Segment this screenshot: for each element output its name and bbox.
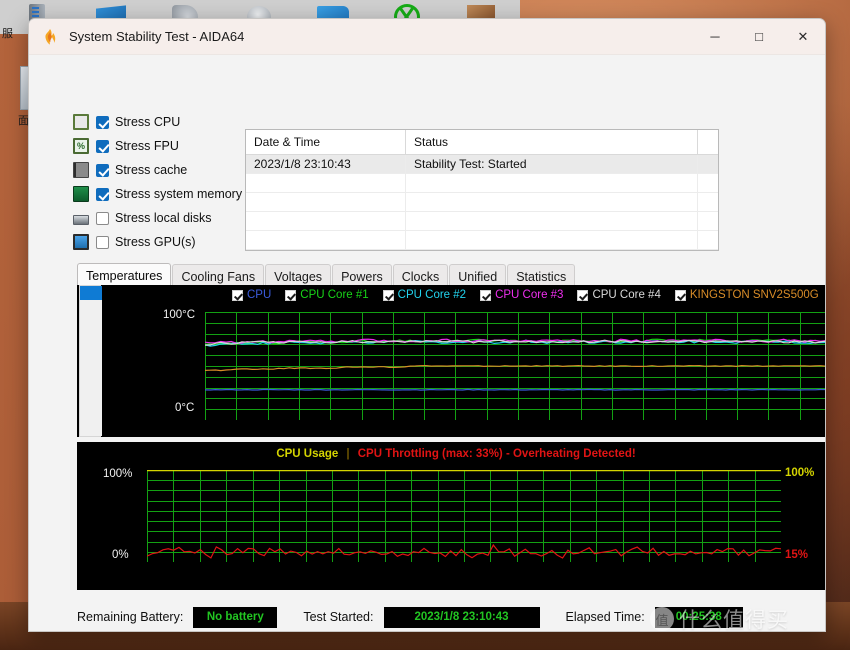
option-stress-disks[interactable]: Stress local disks [73,207,253,229]
legend-label: CPU Core #1 [300,289,369,301]
stress-gpu-label: Stress GPU(s) [115,235,196,249]
stress-disks-checkbox[interactable] [96,211,109,225]
table-row[interactable] [246,231,718,250]
cell-status [406,174,698,192]
stress-cpu-checkbox[interactable] [96,115,109,129]
battery-value: No battery [193,606,278,628]
stress-cache-label: Stress cache [115,163,188,177]
window-client-area: Stress CPU % Stress FPU Stress cache Str… [29,55,825,631]
cell-datetime [246,212,406,230]
table-row[interactable] [246,193,718,212]
usage-value-current: 15% [785,549,809,561]
temp-axis-top-label: 100°C [163,309,196,321]
desktop-side-label-1: 服 [2,28,13,40]
temperature-scrollbar[interactable] [79,285,102,437]
cache-icon [73,162,89,178]
cell-datetime [246,231,406,249]
usage-axis-bottom-label: 0% [112,549,129,561]
stress-fpu-label: Stress FPU [115,139,179,153]
legend-label: KINGSTON SNV2S500G [689,289,819,301]
option-stress-memory[interactable]: Stress system memory [73,183,253,205]
legend-item-kingston-ssd[interactable]: KINGSTON SNV2S500G [674,289,819,301]
stress-disks-label: Stress local disks [115,211,212,225]
legend-checkbox[interactable] [674,289,686,301]
usage-value-max: 100% [785,467,815,479]
flame-icon [41,28,59,46]
stress-cache-checkbox[interactable] [96,163,109,177]
cpu-usage-graph-panel: CPU Usage | CPU Throttling (max: 33%) - … [77,442,825,590]
option-stress-cpu[interactable]: Stress CPU [73,111,253,133]
column-header-status: Status [406,130,698,155]
stress-fpu-checkbox[interactable] [96,139,109,153]
temp-axis-bottom-label: 0°C [175,402,195,414]
legend-label: CPU Core #2 [397,289,467,301]
event-log-table[interactable]: Date & Time Status 2023/1/8 23:10:43 Sta… [245,129,719,251]
stress-memory-label: Stress system memory [115,187,243,201]
window-titlebar[interactable]: System Stability Test - AIDA64 ─ □ ✕ [29,19,825,55]
legend-item-core1[interactable]: CPU Core #1 [285,289,369,301]
cell-status: Stability Test: Started [406,155,698,173]
graphs-container: CPU CPU Core #1 CPU Core #2 CPU Core #3 [77,285,825,590]
cell-status [406,193,698,211]
stress-memory-checkbox[interactable] [96,187,109,201]
window-controls: ─ □ ✕ [693,19,825,55]
memory-icon [73,186,89,202]
fpu-icon: % [73,138,89,154]
cell-datetime [246,174,406,192]
cell-status [406,231,698,249]
usage-axis-top-label: 100% [103,468,133,480]
scrollbar-track[interactable] [80,300,102,436]
cpu-throttling-warning: CPU Throttling (max: 33%) - Overheating … [357,448,636,460]
legend-label: CPU Core #4 [592,289,661,301]
option-stress-fpu[interactable]: % Stress FPU [73,135,253,157]
cell-status [406,212,698,230]
window-title: System Stability Test - AIDA64 [69,29,245,44]
temperature-graph-panel: CPU CPU Core #1 CPU Core #2 CPU Core #3 [77,285,825,437]
minimize-icon[interactable]: ─ [693,19,737,55]
stress-cpu-label: Stress CPU [115,115,181,129]
option-stress-cache[interactable]: Stress cache [73,159,253,181]
battery-label: Remaining Battery: [77,610,184,624]
legend-checkbox[interactable] [285,289,297,301]
cpu-chip-icon [73,114,89,130]
stress-gpu-checkbox[interactable] [96,235,109,249]
legend-item-cpu[interactable]: CPU [232,289,271,301]
table-row[interactable] [246,212,718,231]
gpu-icon [73,234,89,250]
table-row[interactable]: 2023/1/8 23:10:43 Stability Test: Starte… [246,155,718,174]
cell-datetime [246,193,406,211]
table-row[interactable] [246,174,718,193]
column-header-datetime: Date & Time [246,130,406,155]
legend-item-core2[interactable]: CPU Core #2 [382,289,467,301]
cpu-usage-separator: | [346,448,350,460]
cpu-usage-title: CPU Usage [276,448,339,460]
legend-checkbox[interactable] [232,289,243,301]
legend-checkbox[interactable] [382,289,394,301]
option-stress-gpu[interactable]: Stress GPU(s) [73,231,253,253]
table-header-row: Date & Time Status [246,130,718,155]
legend-item-core3[interactable]: CPU Core #3 [480,289,563,301]
maximize-icon[interactable]: □ [737,19,781,55]
aida64-stability-window: System Stability Test - AIDA64 ─ □ ✕ Str… [28,18,826,632]
cpu-usage-header: CPU Usage | CPU Throttling (max: 33%) - … [77,448,825,460]
temperature-legend: CPU CPU Core #1 CPU Core #2 CPU Core #3 [232,289,819,301]
status-bar: Remaining Battery: No battery Test Start… [77,604,825,630]
temperature-plot [205,312,825,420]
cell-datetime: 2023/1/8 23:10:43 [246,155,406,173]
legend-item-core4[interactable]: CPU Core #4 [577,289,661,301]
legend-checkbox[interactable] [480,289,492,301]
cpu-usage-plot [147,470,781,562]
legend-checkbox[interactable] [577,289,589,301]
legend-label: CPU Core #3 [495,289,564,301]
test-started-value: 2023/1/8 23:10:43 [383,606,540,628]
legend-label: CPU [247,289,272,301]
column-header-spacer [698,130,718,154]
stress-options-group: Stress CPU % Stress FPU Stress cache Str… [73,111,253,255]
scrollbar-thumb[interactable] [80,286,102,300]
close-icon[interactable]: ✕ [781,19,825,55]
disk-icon [73,214,89,225]
elapsed-time-label: Elapsed Time: [565,610,645,624]
test-started-label: Test Started: [303,610,374,624]
elapsed-time-value: 00:25:38 [654,606,743,628]
